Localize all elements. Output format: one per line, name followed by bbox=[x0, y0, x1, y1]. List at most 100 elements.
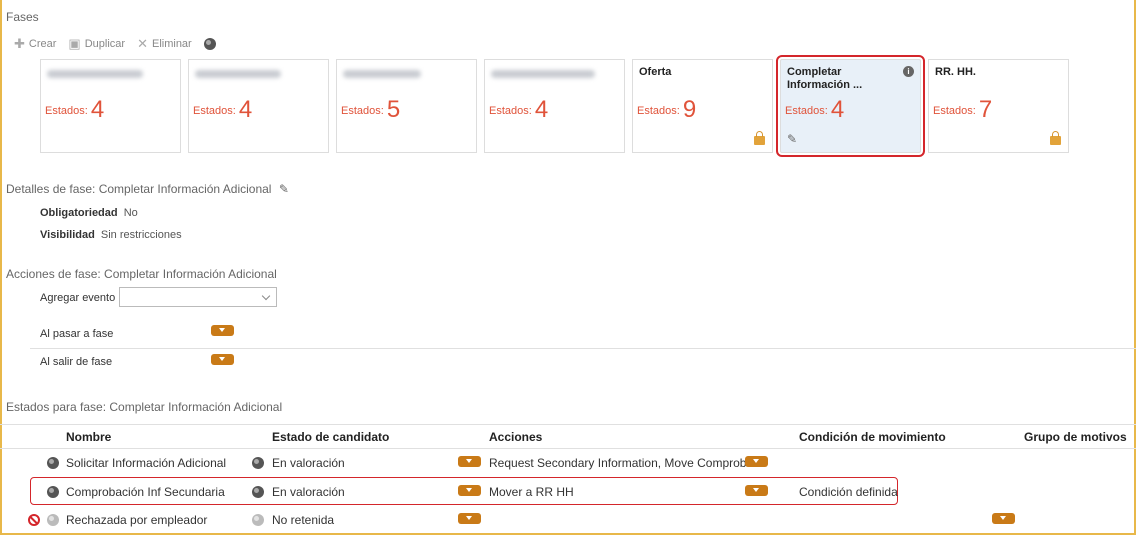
al-salir-label: Al salir de fase bbox=[40, 356, 113, 368]
globe-icon[interactable] bbox=[47, 486, 59, 498]
states-count: 9 bbox=[682, 96, 697, 123]
obligatoriedad-value: No bbox=[123, 207, 138, 219]
globe-icon[interactable] bbox=[47, 457, 59, 469]
duplicar-button[interactable]: ▣ Duplicar bbox=[68, 36, 125, 52]
col-grupo[interactable]: Grupo de motivos bbox=[1024, 430, 1127, 444]
edit-icon[interactable]: ✎ bbox=[279, 182, 289, 196]
phase-card-states: Estados: 4 bbox=[785, 96, 844, 124]
edit-icon[interactable]: ✎ bbox=[787, 132, 797, 146]
phase-card-states: Estados: 4 bbox=[489, 96, 548, 124]
table-row-estado: En valoración bbox=[272, 456, 345, 470]
phase-card[interactable]: Estados: 4 bbox=[484, 59, 625, 153]
divider bbox=[0, 448, 1136, 449]
condition-dropdown[interactable] bbox=[745, 485, 768, 496]
obligatoriedad-label: Obligatoriedad bbox=[40, 207, 118, 219]
divider bbox=[30, 348, 1136, 349]
obligatoriedad-row: Obligatoriedad No bbox=[40, 207, 138, 219]
al-pasar-label: Al pasar a fase bbox=[40, 328, 114, 340]
globe-icon[interactable] bbox=[252, 514, 264, 526]
table-row-acciones: Request Secondary Information, Move Comp… bbox=[489, 456, 757, 470]
phase-card-title: Oferta bbox=[639, 66, 672, 78]
lock-icon bbox=[754, 131, 765, 145]
fases-title: Fases bbox=[6, 10, 39, 24]
crear-label: Crear bbox=[28, 38, 57, 50]
globe-icon[interactable] bbox=[252, 486, 264, 498]
col-nombre[interactable]: Nombre bbox=[66, 430, 111, 444]
phase-card[interactable]: Estados: 5 bbox=[336, 59, 477, 153]
states-count: 4 bbox=[534, 96, 549, 123]
al-salir-dropdown[interactable] bbox=[211, 354, 234, 365]
phase-card[interactable]: Estados: 4 bbox=[188, 59, 329, 153]
phase-card-states: Estados: 9 bbox=[637, 96, 696, 124]
redacted-text bbox=[47, 70, 143, 78]
phase-card-title: Completar Información ... bbox=[787, 66, 863, 91]
phase-card-states: Estados: 4 bbox=[193, 96, 252, 124]
duplicar-label: Duplicar bbox=[84, 38, 126, 50]
detalles-title: Detalles de fase: Completar Información … bbox=[6, 182, 289, 196]
col-condicion[interactable]: Condición de movimiento bbox=[799, 430, 946, 444]
divider bbox=[0, 424, 1136, 425]
globe-icon[interactable] bbox=[47, 514, 59, 526]
states-label: Estados: bbox=[489, 105, 532, 117]
phase-card-completar[interactable]: Completar Información ... i Estados: 4 ✎ bbox=[776, 55, 925, 157]
table-row-estado: En valoración bbox=[272, 485, 345, 499]
states-label: Estados: bbox=[933, 105, 976, 117]
states-count: 4 bbox=[90, 96, 105, 123]
states-label: Estados: bbox=[193, 105, 236, 117]
globe-icon[interactable] bbox=[252, 457, 264, 469]
phase-card-states: Estados: 7 bbox=[933, 96, 992, 124]
table-row-acciones: Mover a RR HH bbox=[489, 485, 574, 499]
table-row-condicion: Condición definida bbox=[799, 485, 898, 499]
states-count: 5 bbox=[386, 96, 401, 123]
detalles-title-text: Detalles de fase: Completar Información … bbox=[6, 182, 272, 196]
plus-icon: ✚ bbox=[14, 36, 25, 51]
globe-icon[interactable] bbox=[203, 38, 216, 50]
visibilidad-value: Sin restricciones bbox=[100, 229, 182, 241]
states-count: 4 bbox=[238, 96, 253, 123]
phase-card-states: Estados: 4 bbox=[45, 96, 104, 124]
phase-card-title bbox=[195, 66, 322, 96]
agregar-evento-select[interactable] bbox=[119, 287, 277, 307]
phase-card-title bbox=[343, 66, 470, 96]
delete-icon: ✕ bbox=[137, 36, 148, 51]
phase-card[interactable]: Estados: 4 bbox=[40, 59, 181, 153]
crear-button[interactable]: ✚ Crear bbox=[14, 36, 56, 52]
phase-card-title bbox=[47, 66, 174, 96]
redacted-text bbox=[343, 70, 421, 78]
lock-icon bbox=[1050, 131, 1061, 145]
estados-title: Estados para fase: Completar Información… bbox=[6, 400, 283, 414]
eliminar-label: Eliminar bbox=[151, 38, 192, 50]
duplicate-icon: ▣ bbox=[68, 36, 81, 51]
al-pasar-dropdown[interactable] bbox=[211, 325, 234, 336]
states-label: Estados: bbox=[637, 105, 680, 117]
actions-dropdown[interactable] bbox=[458, 485, 481, 496]
states-count: 4 bbox=[830, 96, 845, 123]
visibilidad-label: Visibilidad bbox=[40, 229, 95, 241]
phase-cards: Estados: 4 Estados: 4 Estados: 5 Estados… bbox=[40, 55, 1069, 157]
eliminar-button[interactable]: ✕ Eliminar bbox=[137, 36, 192, 52]
info-icon[interactable]: i bbox=[903, 66, 914, 77]
phase-card-states: Estados: 5 bbox=[341, 96, 400, 124]
agregar-evento-label: Agregar evento bbox=[40, 292, 116, 304]
phase-card-rrhh[interactable]: RR. HH. Estados: 7 bbox=[928, 59, 1069, 153]
acciones-title: Acciones de fase: Completar Información … bbox=[6, 267, 277, 281]
col-estado[interactable]: Estado de candidato bbox=[272, 430, 389, 444]
redacted-text bbox=[491, 70, 595, 78]
table-row-nombre[interactable]: Comprobación Inf Secundaria bbox=[66, 485, 225, 499]
phase-card-oferta[interactable]: Oferta Estados: 9 bbox=[632, 59, 773, 153]
states-label: Estados: bbox=[785, 105, 828, 117]
table-row-estado: No retenida bbox=[272, 513, 335, 527]
phase-card-title bbox=[491, 66, 618, 96]
table-row-nombre[interactable]: Solicitar Información Adicional bbox=[66, 456, 226, 470]
condition-dropdown[interactable] bbox=[745, 456, 768, 467]
grupo-dropdown[interactable] bbox=[992, 513, 1015, 524]
redacted-text bbox=[195, 70, 281, 78]
actions-dropdown[interactable] bbox=[458, 456, 481, 467]
no-entry-icon[interactable] bbox=[28, 514, 40, 526]
col-acciones[interactable]: Acciones bbox=[489, 430, 542, 444]
states-count: 7 bbox=[978, 96, 993, 123]
table-row-nombre[interactable]: Rechazada por empleador bbox=[66, 513, 207, 527]
actions-dropdown[interactable] bbox=[458, 513, 481, 524]
states-label: Estados: bbox=[45, 105, 88, 117]
phase-card-title: RR. HH. bbox=[935, 66, 976, 78]
